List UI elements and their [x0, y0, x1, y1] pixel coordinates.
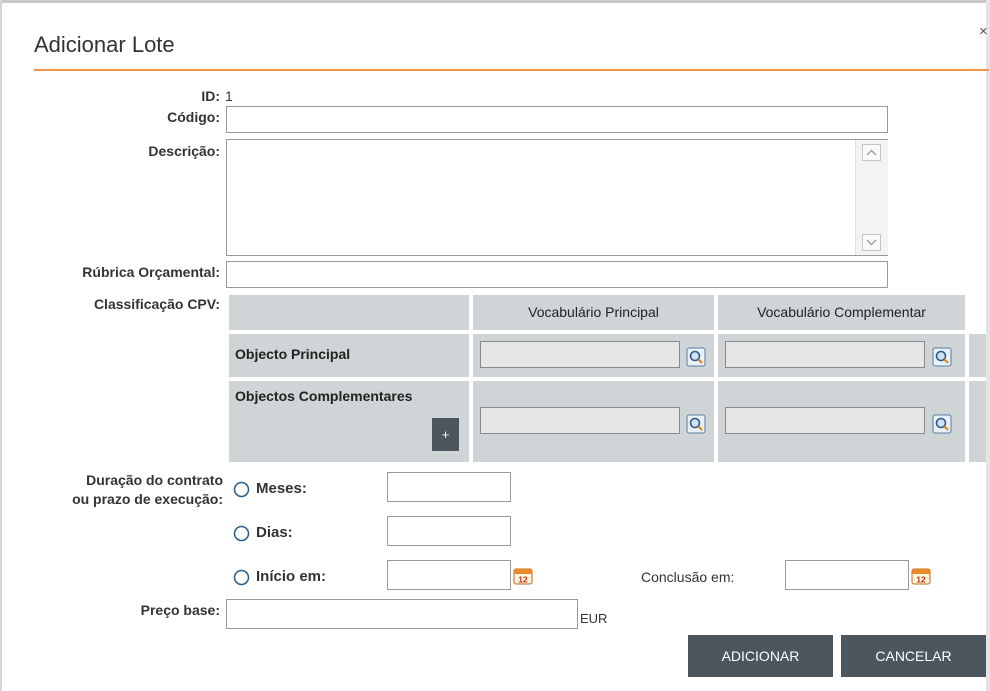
meses-label: Meses:	[256, 480, 307, 497]
cpv-header-empty	[229, 295, 469, 330]
calendar-icon[interactable]: 12	[911, 568, 931, 585]
scroll-down-button[interactable]	[862, 234, 881, 251]
preco-input[interactable]	[226, 599, 578, 629]
currency-label: EUR	[580, 611, 608, 626]
cpv-col-principal: Vocabulário Principal	[473, 295, 714, 330]
dias-input[interactable]	[387, 516, 511, 546]
add-button[interactable]: ADICIONAR	[688, 635, 833, 677]
radio-meses[interactable]	[233, 481, 250, 498]
cpv-compl-compl-input[interactable]	[725, 407, 925, 434]
dialog-top-border	[0, 0, 990, 3]
add-lot-dialog: Adicionar Lote × ID: 1 Código: Descrição…	[0, 0, 990, 691]
cpv-col-complementar: Vocabulário Complementar	[718, 295, 965, 330]
dialog-left-border	[0, 0, 2, 691]
duracao-label-line1: Duração do contrato	[86, 472, 223, 488]
dialog-right-border	[986, 0, 990, 691]
meses-input[interactable]	[387, 472, 511, 502]
title-divider	[34, 69, 989, 71]
descricao-textarea-frame	[226, 139, 888, 256]
calendar-day: 12	[518, 575, 528, 585]
cpv-row-spacer	[969, 381, 986, 462]
descricao-textarea[interactable]	[227, 140, 855, 255]
chevron-up-icon	[866, 149, 877, 156]
codigo-input[interactable]	[226, 106, 888, 133]
inicio-label: Início em:	[256, 568, 327, 585]
cpv-principal-compl-input[interactable]	[725, 341, 925, 368]
cpv-row-principal-label: Objecto Principal	[229, 334, 469, 377]
search-icon[interactable]	[686, 414, 706, 434]
cpv-row-spacer	[969, 334, 986, 377]
search-icon[interactable]	[932, 414, 952, 434]
radio-inicio[interactable]	[233, 569, 250, 586]
preco-label: Preço base:	[140, 602, 220, 618]
conclusao-label: Conclusão em:	[641, 569, 735, 585]
duracao-label-line2: ou prazo de execução:	[72, 491, 223, 507]
rubrica-input[interactable]	[226, 261, 888, 288]
calendar-day: 12	[916, 575, 926, 585]
cpv-compl-vocab-input[interactable]	[480, 407, 680, 434]
add-complementary-button[interactable]: +	[432, 418, 459, 451]
conclusao-date-input[interactable]	[785, 560, 909, 590]
dialog-title: Adicionar Lote	[34, 32, 175, 57]
search-icon[interactable]	[932, 347, 952, 367]
calendar-icon[interactable]: 12	[513, 568, 533, 585]
descricao-scrollbar[interactable]	[855, 140, 888, 255]
descricao-label: Descrição:	[148, 143, 220, 159]
cpv-principal-vocab-input[interactable]	[480, 341, 680, 368]
id-value: 1	[225, 88, 233, 104]
cpv-label: Classificação CPV:	[93, 296, 220, 312]
close-icon[interactable]: ×	[979, 24, 988, 39]
cancel-button[interactable]: CANCELAR	[841, 635, 986, 677]
radio-dias[interactable]	[233, 525, 250, 542]
codigo-label: Código:	[167, 109, 220, 125]
id-label: ID:	[201, 88, 220, 104]
scroll-up-button[interactable]	[862, 144, 881, 161]
inicio-date-input[interactable]	[387, 560, 511, 590]
dias-label: Dias:	[256, 524, 293, 541]
chevron-down-icon	[866, 239, 877, 246]
search-icon[interactable]	[686, 347, 706, 367]
rubrica-label: Rúbrica Orçamental:	[82, 264, 220, 280]
